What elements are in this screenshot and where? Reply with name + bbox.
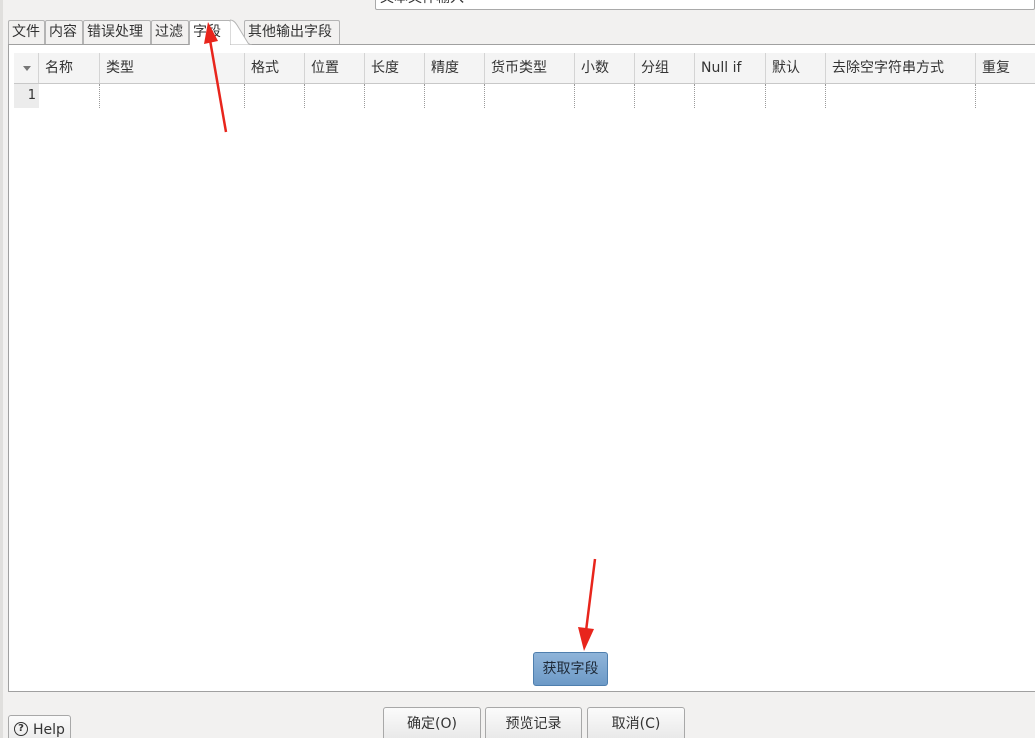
column-header-name[interactable]: 名称	[39, 53, 100, 83]
tab-error-handling[interactable]: 错误处理	[83, 20, 151, 44]
column-header-group[interactable]: 分组	[635, 53, 695, 83]
cell-precision[interactable]	[425, 84, 485, 108]
cell-group[interactable]	[635, 84, 695, 108]
get-fields-button[interactable]: 获取字段	[533, 652, 608, 686]
cell-length[interactable]	[365, 84, 425, 108]
tab-content[interactable]: 内容	[45, 20, 83, 44]
column-header-type[interactable]: 类型	[100, 53, 245, 83]
ok-button[interactable]: 确定(O)	[383, 707, 481, 738]
column-header-repeat[interactable]: 重复	[976, 53, 1035, 83]
tab-fields-slant-edge	[230, 19, 252, 45]
sort-dropdown-icon[interactable]	[14, 53, 39, 83]
cell-decimal[interactable]	[575, 84, 635, 108]
cell-type[interactable]	[100, 84, 245, 108]
column-header-precision[interactable]: 精度	[425, 53, 485, 83]
cell-default[interactable]	[766, 84, 826, 108]
column-header-null-if[interactable]: Null if	[695, 53, 766, 83]
column-header-default[interactable]: 默认	[766, 53, 826, 83]
table-header: 名称 类型 格式 位置 长度 精度 货币类型 小数 分组 Null if 默认 …	[14, 53, 1035, 84]
tab-file[interactable]: 文件	[8, 20, 45, 44]
help-label: Help	[33, 722, 65, 738]
cell-null-if[interactable]	[695, 84, 766, 108]
cell-name[interactable]	[39, 84, 100, 108]
column-header-decimal[interactable]: 小数	[575, 53, 635, 83]
cancel-button[interactable]: 取消(C)	[587, 707, 685, 738]
row-number[interactable]: 1	[14, 84, 39, 108]
tab-filter[interactable]: 过滤	[151, 20, 189, 44]
column-header-format[interactable]: 格式	[245, 53, 305, 83]
cell-format[interactable]	[245, 84, 305, 108]
cell-position[interactable]	[305, 84, 365, 108]
table-row[interactable]: 1	[14, 84, 1035, 108]
cell-trim-type[interactable]	[826, 84, 976, 108]
column-header-currency[interactable]: 货币类型	[485, 53, 575, 83]
cell-repeat[interactable]	[976, 84, 1035, 108]
fields-panel	[8, 44, 1035, 692]
tab-fields[interactable]: 字段	[189, 20, 231, 45]
cell-currency[interactable]	[485, 84, 575, 108]
dialog-window: 文本文件输入 文件 内容 错误处理 过滤 字段 其他输出字段 名称 类型 格式 …	[0, 0, 1035, 738]
step-name-input[interactable]: 文本文件输入	[375, 0, 1035, 10]
tab-other-output-fields[interactable]: 其他输出字段	[244, 20, 340, 44]
column-header-length[interactable]: 长度	[365, 53, 425, 83]
help-icon: ?	[14, 722, 28, 736]
preview-button[interactable]: 预览记录	[485, 707, 582, 738]
background-window-edge	[0, 0, 3, 738]
fields-table[interactable]: 名称 类型 格式 位置 长度 精度 货币类型 小数 分组 Null if 默认 …	[14, 53, 1035, 108]
column-header-position[interactable]: 位置	[305, 53, 365, 83]
column-header-trim-type[interactable]: 去除空字符串方式	[826, 53, 976, 83]
help-button[interactable]: ? Help	[8, 715, 71, 738]
